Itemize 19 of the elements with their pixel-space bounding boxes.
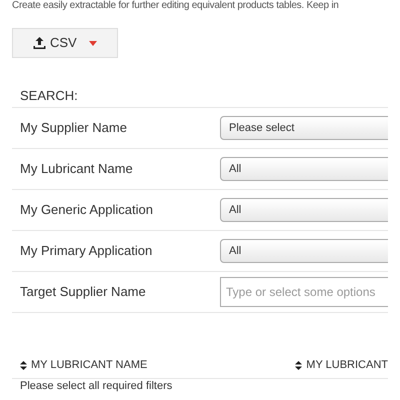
- csv-export-button[interactable]: CSV: [12, 28, 118, 58]
- sort-icon: [20, 361, 27, 370]
- sort-icon: [295, 361, 302, 370]
- select-dropdown[interactable]: Please select: [220, 116, 388, 140]
- filter-label: My Primary Application: [19, 242, 154, 260]
- upload-icon: [33, 37, 46, 49]
- filter-label: My Lubricant Name: [19, 160, 134, 178]
- column-header[interactable]: MY LUBRICANT: [287, 357, 388, 374]
- filter-label: My Generic Application: [19, 201, 154, 220]
- intro-text: Create easily extractable for further editing equivalent products tables. Keep in: [11, 0, 340, 12]
- filter-label: My Supplier Name: [19, 119, 128, 138]
- select-dropdown[interactable]: All: [220, 239, 388, 263]
- search-heading: SEARCH:: [12, 86, 388, 108]
- column-header[interactable]: MY LUBRICANT NAME: [12, 357, 288, 374]
- select-dropdown[interactable]: All: [220, 157, 388, 181]
- caret-icon: [88, 40, 97, 46]
- select-dropdown[interactable]: All: [220, 198, 388, 222]
- empty-table-message: Please select all required filters: [19, 379, 174, 392]
- filter-label: Target Supplier Name: [19, 283, 147, 302]
